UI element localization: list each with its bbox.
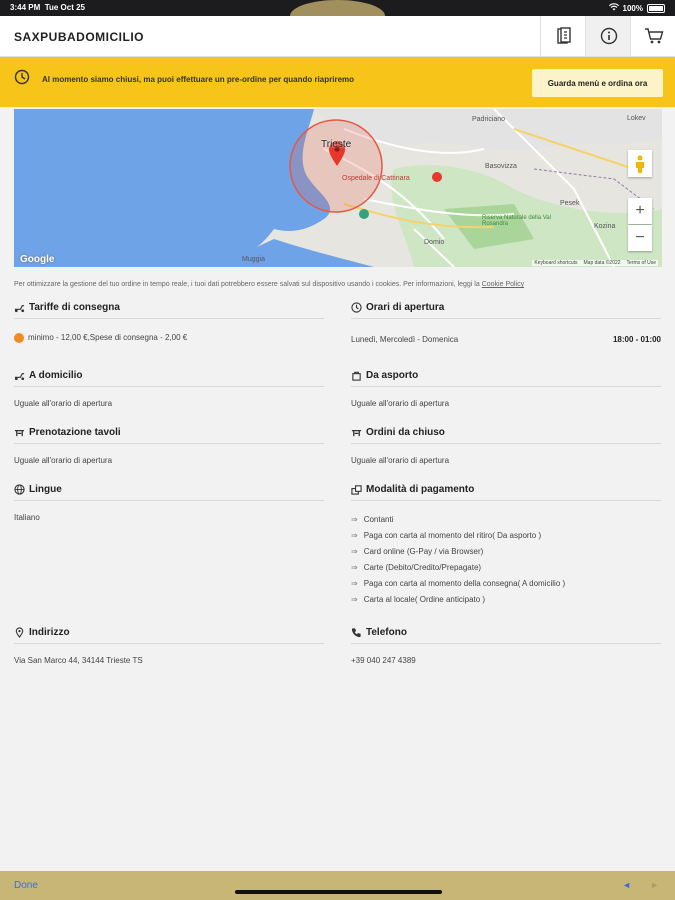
section-title: Orari di apertura (366, 302, 445, 313)
status-time: 3:44 PM Tue Oct 25 (10, 3, 85, 12)
fee-dot-icon (14, 333, 24, 343)
delivery-map[interactable]: Trieste Ospedale di Cattinara Padriciano… (14, 109, 662, 267)
clock-icon (14, 69, 30, 90)
cart-icon (644, 28, 663, 44)
page-title: SAXPUBADOMICILIO (14, 30, 145, 44)
location-pin-icon (15, 627, 24, 638)
section-text: Uguale all'orario di apertura (14, 456, 113, 465)
payment-icon (351, 485, 362, 495)
map-label-kozina: Kozina (594, 223, 616, 230)
privacy-note: Per ottimizzare la gestione del tuo ordi… (14, 281, 664, 288)
status-bar: 3:44 PM Tue Oct 25 100% (0, 0, 675, 16)
phone-number[interactable]: +39 040 247 4389 (351, 656, 661, 665)
header-decoration (290, 0, 385, 16)
list-item: Carta al locale( Ordine anticipato ) (351, 595, 661, 604)
section-text: Uguale all'orario di apertura (351, 399, 450, 408)
section-text: Uguale all'orario di apertura (14, 399, 113, 408)
table-icon (14, 430, 25, 437)
map-label-basovizza: Basovizza (485, 163, 517, 170)
battery-icon (647, 3, 665, 13)
map-data-label: Map data ©2022 (583, 260, 621, 266)
section-title: Modalità di pagamento (366, 484, 475, 495)
map-attribution: Keyboard shortcuts Map data ©2022 Terms … (532, 260, 658, 266)
map-label-padriciano: Padriciano (472, 116, 506, 123)
voucher-icon (556, 27, 571, 44)
home-indicator[interactable] (235, 890, 442, 894)
wifi-icon (608, 3, 619, 13)
section-title: Prenotazione tavoli (29, 427, 121, 438)
section-title: Ordini da chiuso (366, 427, 445, 438)
done-button[interactable]: Done (14, 880, 38, 891)
phone-icon (351, 628, 361, 638)
map-label-trieste: Trieste (321, 139, 352, 150)
clock-icon (351, 302, 362, 313)
home-delivery-section: A domicilio Uguale all'orario di apertur… (14, 370, 324, 408)
languages-section: Lingue Italiano (14, 484, 324, 522)
takeaway-section: Da asporto Uguale all'orario di apertura (351, 370, 661, 408)
address-text[interactable]: Via San Marco 44, 34144 Trieste TS (14, 656, 324, 665)
app-header: SAXPUBADOMICILIO (0, 16, 675, 57)
info-button[interactable] (585, 16, 631, 56)
forward-arrow-icon[interactable]: ► (650, 880, 659, 890)
map-canvas (14, 109, 662, 267)
map-label-ospedale: Ospedale di Cattinara (342, 175, 410, 182)
closed-orders-section: Ordini da chiuso Uguale all'orario di ap… (351, 427, 661, 465)
zoom-in-button[interactable]: + (628, 198, 652, 224)
closed-message: Al momento siamo chiusi, ma puoi effettu… (42, 75, 355, 84)
list-item: Card online (G-Pay / via Browser) (351, 547, 661, 556)
payment-list: Contanti Paga con carta al momento del r… (351, 515, 661, 604)
zoom-out-button[interactable]: − (628, 225, 652, 251)
opening-hours: 18:00 - 01:00 (612, 335, 661, 344)
keyboard-shortcuts-link[interactable]: Keyboard shortcuts (534, 260, 577, 266)
scooter-icon (14, 305, 25, 313)
opening-hours-section: Orari di apertura Lunedì, Mercoledì - Do… (351, 302, 661, 344)
battery-label: 100% (622, 3, 643, 13)
list-item: Paga con carta al momento del ritiro( Da… (351, 531, 661, 540)
cookie-policy-link[interactable]: Cookie Policy (482, 281, 524, 288)
delivery-fees-section: Tariffe di consegna minimo - 12,00 €,Spe… (14, 302, 324, 343)
vouchers-button[interactable] (540, 16, 586, 56)
section-title: A domicilio (29, 370, 83, 381)
list-item: Carte (Debito/Credito/Prepagate) (351, 563, 661, 572)
bottom-toolbar: Done ◄ ► (0, 871, 675, 900)
info-icon (600, 27, 617, 45)
section-title: Da asporto (366, 370, 419, 381)
opening-days: Lunedì, Mercoledì - Domenica (351, 335, 459, 344)
section-text: Italiano (14, 513, 40, 522)
terms-link[interactable]: Terms of Use (627, 260, 656, 266)
list-item: Contanti (351, 515, 661, 524)
closed-banner: Al momento siamo chiusi, ma puoi effettu… (0, 57, 675, 107)
map-label-pesek: Pesek (560, 200, 580, 207)
globe-icon (14, 484, 25, 495)
section-text: Uguale all'orario di apertura (351, 456, 450, 465)
status-right: 100% (608, 3, 665, 13)
table-icon (351, 430, 362, 437)
map-label-muggia: Muggia (242, 256, 265, 263)
list-item: Paga con carta al momento della consegna… (351, 579, 661, 588)
table-booking-section: Prenotazione tavoli Uguale all'orario di… (14, 427, 324, 465)
phone-section: Telefono +39 040 247 4389 (351, 627, 661, 665)
street-view-button[interactable] (628, 150, 652, 177)
section-title: Telefono (366, 627, 407, 638)
cart-button[interactable] (630, 16, 675, 56)
scooter-icon (14, 373, 25, 381)
map-label-lokev: Lokev (627, 115, 646, 122)
map-label-reserve: Riserva Naturale della Val Rosandra (482, 215, 551, 227)
back-arrow-icon[interactable]: ◄ (622, 880, 631, 890)
section-title: Tariffe di consegna (29, 302, 120, 313)
section-title: Indirizzo (29, 627, 70, 638)
privacy-text: Per ottimizzare la gestione del tuo ordi… (14, 281, 480, 288)
payment-methods-section: Modalità di pagamento Contanti Paga con … (351, 484, 661, 611)
fee-text: minimo - 12,00 €,Spese di consegna - 2,0… (28, 333, 188, 343)
pegman-icon (636, 155, 644, 173)
view-menu-button[interactable]: Guarda menù e ordina ora (532, 69, 663, 97)
map-label-domio: Domio (424, 239, 445, 246)
section-title: Lingue (29, 484, 62, 495)
address-section: Indirizzo Via San Marco 44, 34144 Triest… (14, 627, 324, 665)
bag-icon (352, 371, 361, 381)
google-logo: Google (20, 254, 55, 265)
